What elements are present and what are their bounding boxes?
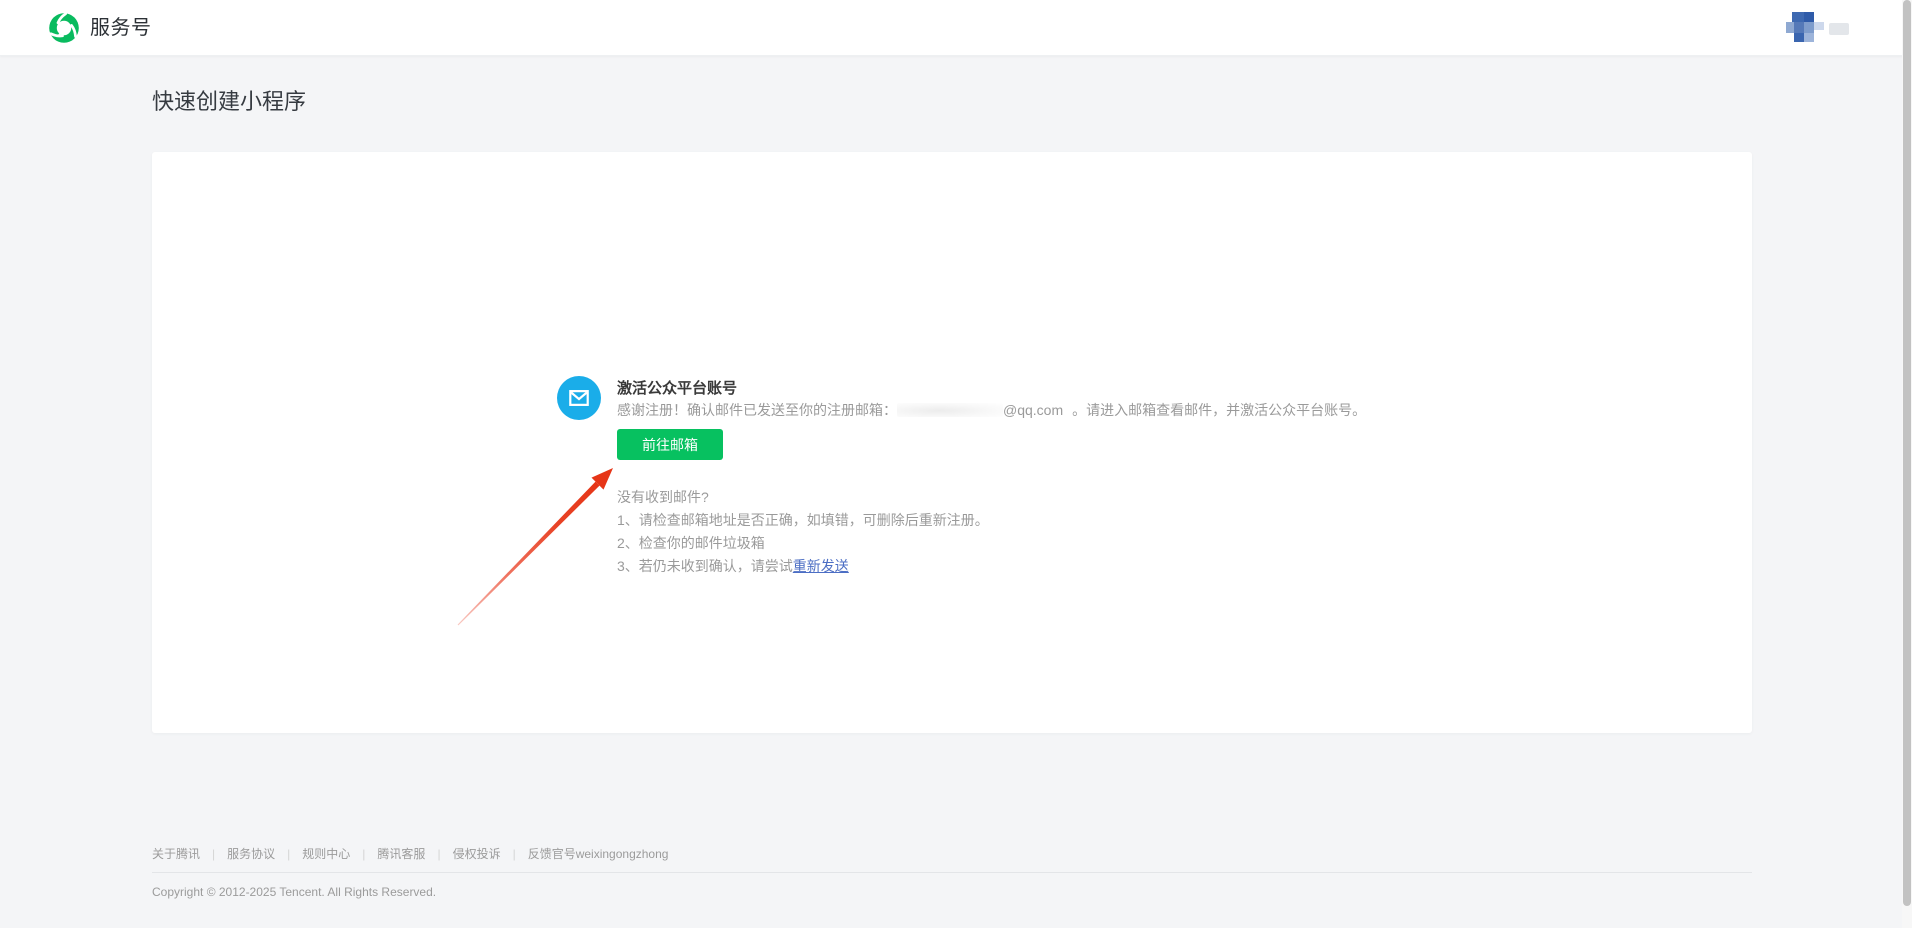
go-to-mailbox-button[interactable]: 前往邮箱 [617,429,723,460]
footer-separator: | [513,847,516,861]
footer-separator: | [362,847,365,861]
email-icon [557,376,601,420]
scrollbar-thumb[interactable] [1903,0,1911,906]
footer-separator: | [287,847,290,861]
page-title: 快速创建小程序 [152,84,306,116]
no-mail-tip-1: 1、请检查邮箱地址是否正确，如填错，可删除后重新注册。 [617,509,989,532]
footer-link-service-agreement[interactable]: 服务协议 [227,847,275,861]
footer-link-tencent-support[interactable]: 腾讯客服 [377,847,425,861]
user-avatar[interactable] [1786,12,1824,44]
email-domain: @qq.com [1003,402,1063,418]
footer-separator: | [437,847,440,861]
footer-link-feedback-account[interactable]: 反馈官号weixingongzhong [528,847,669,861]
no-mail-title: 没有收到邮件? [617,486,989,509]
brand-home-link[interactable]: 服务号 [48,12,152,44]
copyright-text: Copyright © 2012-2025 Tencent. All Right… [152,885,436,899]
top-header: 服务号 [0,0,1912,56]
activation-heading: 激活公众平台账号 [617,377,737,398]
scrollbar-track[interactable] [1902,0,1912,928]
brand-name: 服务号 [90,12,152,44]
footer-separator: | [212,847,215,861]
user-nickname-redacted [1829,23,1849,35]
footer-link-infringement-complaint[interactable]: 侵权投诉 [453,847,501,861]
footer-links: 关于腾讯 | 服务协议 | 规则中心 | 腾讯客服 | 侵权投诉 | 反馈官号weixingongz… [152,845,668,862]
redacted-email [897,403,1003,417]
footer-divider [152,872,1752,873]
resend-link[interactable]: 重新发送 [793,558,849,574]
footer-link-rules-center[interactable]: 规则中心 [302,847,350,861]
content-card [152,152,1752,733]
body-after: 。请进入邮箱查看邮件，并激活公众平台账号。 [1072,402,1366,418]
no-mail-tip-3: 3、若仍未收到确认，请尝试重新发送 [617,555,989,578]
no-mail-tip-2: 2、检查你的邮件垃圾箱 [617,532,989,555]
activation-body: 感谢注册！确认邮件已发送至你的注册邮箱： @qq.com 。请进入邮箱查看邮件，并激… [617,400,1366,420]
body-before: 感谢注册！确认邮件已发送至你的注册邮箱： [617,402,897,418]
wechat-official-platform-logo-icon [48,12,80,44]
no-mail-section: 没有收到邮件? 1、请检查邮箱地址是否正确，如填错，可删除后重新注册。 2、检查… [617,486,989,578]
footer-link-about-tencent[interactable]: 关于腾讯 [152,847,200,861]
